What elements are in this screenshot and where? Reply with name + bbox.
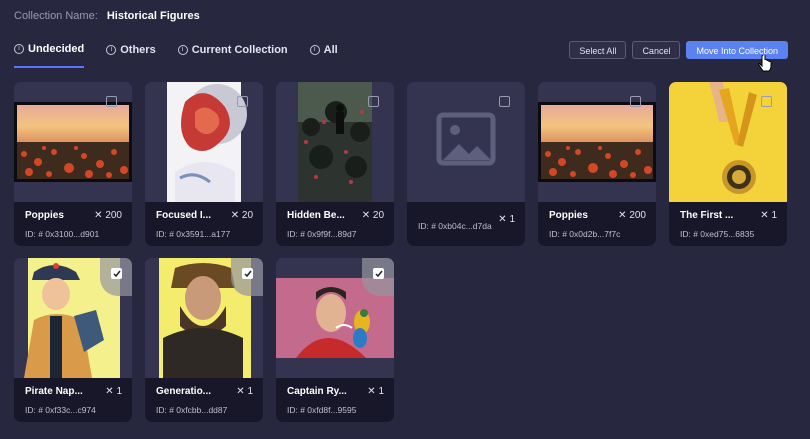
- card-title: Poppies: [25, 210, 64, 221]
- card-footer: Focused I... ✕ 20 ID: # 0x3591...a177: [145, 202, 263, 246]
- collection-name-label: Collection Name:: [14, 10, 98, 22]
- tab-label: All: [323, 44, 338, 56]
- card-footer: The First ... ✕ 1 ID: # 0xed75...6835: [669, 202, 787, 246]
- select-checkbox[interactable]: [499, 96, 510, 107]
- cancel-button[interactable]: Cancel: [632, 41, 681, 59]
- select-checkbox-checked[interactable]: [111, 268, 122, 279]
- item-card[interactable]: Pirate Nap... ✕ 1 ID: # 0xf33c...c974: [14, 258, 132, 422]
- move-into-collection-button[interactable]: Move Into Collection: [686, 41, 788, 59]
- card-count: ✕ 200: [94, 210, 122, 221]
- card-count: ✕ 200: [618, 210, 646, 221]
- select-checkbox-checked[interactable]: [373, 268, 384, 279]
- item-card[interactable]: Poppies ✕ 200 ID: # 0x3100...d901: [14, 82, 132, 246]
- card-footer: Hidden Be... ✕ 20 ID: # 0x9f9f...89d7: [276, 202, 394, 246]
- tab-label: Undecided: [28, 43, 85, 55]
- card-title: Generatio...: [156, 386, 212, 397]
- card-count: ✕ 1: [760, 210, 777, 221]
- collection-name-value: Historical Figures: [106, 10, 200, 22]
- select-checkbox[interactable]: [237, 96, 248, 107]
- select-checkbox[interactable]: [630, 96, 641, 107]
- action-bar: Select All Cancel Move Into Collection: [569, 41, 788, 59]
- card-id: ID: # 0xed75...6835: [680, 229, 755, 239]
- card-id: ID: # 0xfcbb...dd87: [156, 405, 228, 415]
- hand-cursor-icon: [758, 55, 772, 72]
- card-id: ID: # 0xfd8f...9595: [287, 405, 357, 415]
- item-card[interactable]: Generatio... ✕ 1 ID: # 0xfcbb...dd87: [145, 258, 263, 422]
- select-checkbox[interactable]: [368, 96, 379, 107]
- info-icon: i: [14, 44, 24, 54]
- card-id: ID: # 0x3100...d901: [25, 229, 100, 239]
- item-card[interactable]: Focused I... ✕ 20 ID: # 0x3591...a177: [145, 82, 263, 246]
- card-title: Hidden Be...: [287, 210, 345, 221]
- select-checkbox-checked[interactable]: [242, 268, 253, 279]
- card-id: ID: # 0xf33c...c974: [25, 405, 96, 415]
- card-count: ✕ 1: [105, 386, 122, 397]
- tab-others[interactable]: i Others: [106, 43, 156, 68]
- card-footer: Captain Ry... ✕ 1 ID: # 0xfd8f...9595: [276, 378, 394, 422]
- item-card[interactable]: Hidden Be... ✕ 20 ID: # 0x9f9f...89d7: [276, 82, 394, 246]
- card-count: ✕ 1: [498, 214, 515, 225]
- card-count: ✕ 20: [230, 210, 253, 221]
- card-title: Pirate Nap...: [25, 386, 83, 397]
- card-id: ID: # 0xb04c...d7da: [418, 221, 492, 231]
- card-footer: Poppies ✕ 200 ID: # 0x3100...d901: [14, 202, 132, 246]
- info-icon: i: [309, 45, 320, 55]
- card-title: Poppies: [549, 210, 588, 221]
- card-count: ✕ 1: [236, 386, 253, 397]
- card-footer: ✕ 1 ID: # 0xb04c...d7da: [407, 202, 525, 246]
- tab-current-collection[interactable]: i Current Collection: [177, 43, 288, 68]
- card-id: ID: # 0x0d2b...7f7c: [549, 229, 621, 239]
- card-count: ✕ 20: [361, 210, 384, 221]
- card-title: Focused I...: [156, 210, 212, 221]
- select-checkbox[interactable]: [761, 96, 772, 107]
- collection-header: Collection Name: Historical Figures: [14, 10, 200, 22]
- info-icon: i: [106, 45, 117, 55]
- card-footer: Pirate Nap... ✕ 1 ID: # 0xf33c...c974: [14, 378, 132, 422]
- card-footer: Poppies ✕ 200 ID: # 0x0d2b...7f7c: [538, 202, 656, 246]
- card-title: The First ...: [680, 210, 734, 221]
- info-icon: i: [177, 45, 188, 55]
- card-footer: Generatio... ✕ 1 ID: # 0xfcbb...dd87: [145, 378, 263, 422]
- item-card[interactable]: The First ... ✕ 1 ID: # 0xed75...6835: [669, 82, 787, 246]
- select-checkbox[interactable]: [106, 96, 117, 107]
- tab-label: Others: [120, 44, 156, 56]
- tab-label: Current Collection: [191, 44, 288, 56]
- item-card[interactable]: Poppies ✕ 200 ID: # 0x0d2b...7f7c: [538, 82, 656, 246]
- item-card[interactable]: ✕ 1 ID: # 0xb04c...d7da: [407, 82, 525, 246]
- item-card[interactable]: Captain Ry... ✕ 1 ID: # 0xfd8f...9595: [276, 258, 394, 422]
- card-id: ID: # 0x9f9f...89d7: [287, 229, 357, 239]
- card-title: Captain Ry...: [287, 386, 347, 397]
- tab-all[interactable]: i All: [309, 43, 338, 68]
- select-all-button[interactable]: Select All: [569, 41, 627, 59]
- card-id: ID: # 0x3591...a177: [156, 229, 231, 239]
- filter-tabs: i Undecided i Others i Current Collectio…: [14, 43, 338, 68]
- card-count: ✕ 1: [367, 386, 384, 397]
- tab-undecided[interactable]: i Undecided: [14, 43, 85, 68]
